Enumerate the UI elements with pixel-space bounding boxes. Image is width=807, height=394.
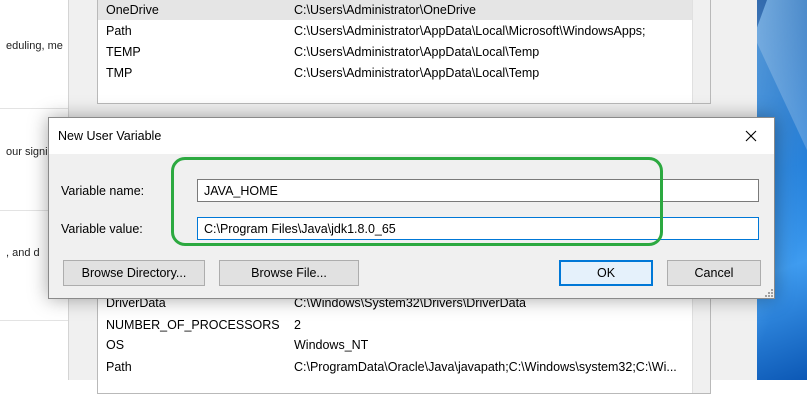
variable-value-cell: C:\ProgramData\Oracle\Java\javapath;C:\W…: [294, 360, 677, 374]
settings-text-snippet: eduling, me: [6, 40, 63, 52]
variable-name-cell: Path: [106, 360, 132, 374]
table-row[interactable]: OS Windows_NT: [98, 335, 710, 355]
system-list-scrollbar[interactable]: [692, 293, 710, 393]
table-row[interactable]: OneDrive C:\Users\Administrator\OneDrive: [98, 0, 710, 20]
new-user-variable-dialog: New User Variable Variable name: Variabl…: [48, 117, 775, 299]
resize-grip-icon[interactable]: [763, 287, 773, 297]
variable-name-cell: OS: [106, 338, 125, 352]
dialog-title: New User Variable: [58, 129, 162, 143]
variable-name-cell: Path: [106, 24, 132, 38]
variable-name-cell: TMP: [106, 66, 133, 80]
variable-value-cell: C:\Users\Administrator\AppData\Local\Tem…: [294, 45, 540, 59]
variable-name-cell: OneDrive: [106, 3, 159, 17]
variable-value-cell: C:\Users\Administrator\AppData\Local\Tem…: [294, 66, 540, 80]
table-row[interactable]: NUMBER_OF_PROCESSORS 2: [98, 315, 710, 335]
variable-value-input[interactable]: [197, 217, 759, 240]
variable-value-cell: C:\Users\Administrator\OneDrive: [294, 3, 476, 17]
browse-directory-button[interactable]: Browse Directory...: [63, 260, 205, 286]
close-icon: [745, 130, 757, 142]
user-list-scrollbar[interactable]: [692, 0, 710, 103]
variable-value-cell: Windows_NT: [294, 338, 369, 352]
dialog-title-bar[interactable]: New User Variable: [49, 118, 774, 154]
variable-name-label: Variable name:: [61, 184, 145, 198]
settings-divider: [0, 320, 68, 321]
variable-value-cell: 2: [294, 318, 301, 332]
table-row[interactable]: TEMP C:\Users\Administrator\AppData\Loca…: [98, 42, 710, 62]
settings-divider: [0, 108, 68, 109]
ok-button[interactable]: OK: [559, 260, 653, 286]
settings-text-snippet: , and d: [6, 247, 40, 259]
variable-value-cell: C:\Users\Administrator\AppData\Local\Mic…: [294, 24, 646, 38]
table-row[interactable]: Path C:\ProgramData\Oracle\Java\javapath…: [98, 357, 710, 377]
browse-file-button[interactable]: Browse File...: [219, 260, 359, 286]
table-row[interactable]: Path C:\Users\Administrator\AppData\Loca…: [98, 21, 710, 41]
variable-name-cell: TEMP: [106, 45, 141, 59]
table-row[interactable]: TMP C:\Users\Administrator\AppData\Local…: [98, 63, 710, 83]
variable-name-cell: NUMBER_OF_PROCESSORS: [106, 318, 280, 332]
system-variables-list[interactable]: DriverData C:\Windows\System32\Drivers\D…: [97, 292, 711, 394]
user-variables-list[interactable]: OneDrive C:\Users\Administrator\OneDrive…: [97, 0, 711, 104]
settings-text-snippet: our signi: [6, 146, 48, 158]
variable-value-label: Variable value:: [61, 222, 143, 236]
close-button[interactable]: [728, 118, 774, 154]
cancel-button[interactable]: Cancel: [667, 260, 761, 286]
variable-name-input[interactable]: [197, 179, 759, 202]
